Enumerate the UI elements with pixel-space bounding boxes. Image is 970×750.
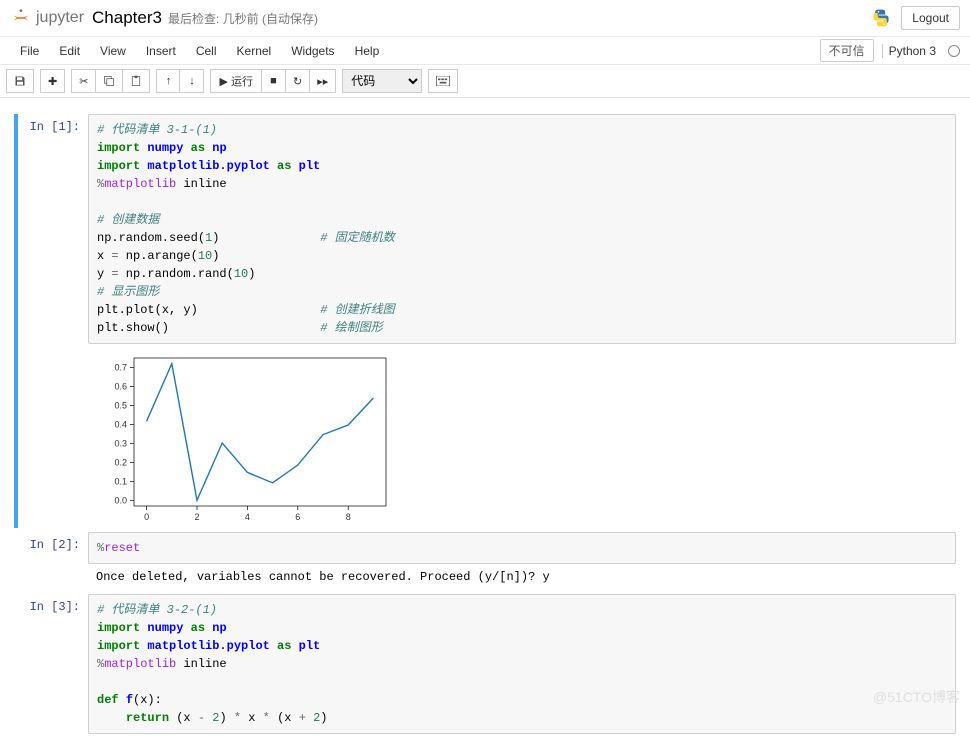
svg-text:0.6: 0.6 — [114, 381, 127, 391]
menu-insert[interactable]: Insert — [136, 39, 186, 63]
kernel-idle-icon — [948, 45, 960, 57]
menu-file[interactable]: File — [10, 39, 49, 63]
move-down-button[interactable]: ↓ — [180, 69, 204, 93]
restart-run-button[interactable]: ▸▸ — [310, 69, 336, 93]
notebook-name[interactable]: Chapter3 — [92, 8, 162, 28]
run-button[interactable]: ▶ 运行 — [210, 69, 262, 93]
cell-type-select[interactable]: 代码 — [342, 69, 422, 93]
menubar: File Edit View Insert Cell Kernel Widget… — [0, 37, 970, 65]
code-input[interactable]: %reset — [88, 532, 956, 564]
code-cell[interactable]: In [1]: # 代码清单 3-1-(1) import numpy as n… — [14, 114, 956, 528]
logout-button[interactable]: Logout — [901, 6, 960, 30]
watermark: @51CTO博客 — [873, 687, 960, 707]
svg-text:0.7: 0.7 — [114, 362, 127, 372]
code-cell[interactable]: In [2]: %reset Once deleted, variables c… — [14, 532, 956, 590]
notebook-header: jupyter Chapter3 最后检查: 几秒前 (自动保存) Logout — [0, 0, 970, 37]
line-chart: 0.0 0.1 0.2 0.3 0.4 0.5 0.6 0.7 0 2 4 6 8 — [96, 348, 396, 528]
save-button[interactable] — [6, 69, 34, 93]
stop-icon: ■ — [270, 75, 277, 87]
input-prompt: In [2]: — [18, 532, 88, 590]
svg-text:0.3: 0.3 — [114, 438, 127, 448]
svg-text:4: 4 — [245, 512, 250, 522]
move-up-button[interactable]: ↑ — [156, 69, 180, 93]
scissors-icon: ✂ — [79, 75, 88, 88]
python-icon — [871, 8, 891, 28]
svg-text:6: 6 — [295, 512, 300, 522]
arrow-up-icon: ↑ — [166, 75, 172, 87]
plus-icon: ✚ — [48, 75, 57, 88]
arrow-down-icon: ↓ — [189, 75, 195, 87]
code-input[interactable]: # 代码清单 3-1-(1) import numpy as np import… — [88, 114, 956, 344]
kernel-name[interactable]: Python 3 — [882, 44, 942, 58]
restart-icon: ↻ — [293, 75, 302, 88]
menu-kernel[interactable]: Kernel — [227, 39, 282, 63]
save-status: 最后检查: 几秒前 (自动保存) — [168, 10, 318, 27]
svg-text:0.2: 0.2 — [114, 457, 127, 467]
trust-indicator[interactable]: 不可信 — [820, 39, 874, 62]
code-input[interactable]: # 代码清单 3-2-(1) import numpy as np import… — [88, 594, 956, 734]
code-cell[interactable]: In [3]: # 代码清单 3-2-(1) import numpy as n… — [14, 594, 956, 734]
menu-help[interactable]: Help — [345, 39, 390, 63]
copy-button[interactable] — [96, 69, 123, 93]
svg-text:0.0: 0.0 — [114, 495, 127, 505]
run-icon: ▶ — [219, 75, 227, 88]
menu-edit[interactable]: Edit — [49, 39, 90, 63]
output-text: Once deleted, variables cannot be recove… — [88, 564, 956, 590]
jupyter-icon — [10, 7, 32, 29]
stop-button[interactable]: ■ — [262, 69, 286, 93]
menu-view[interactable]: View — [90, 39, 136, 63]
svg-text:8: 8 — [346, 512, 351, 522]
svg-text:2: 2 — [194, 512, 199, 522]
cut-button[interactable]: ✂ — [71, 69, 96, 93]
jupyter-logo[interactable]: jupyter — [10, 7, 84, 29]
svg-text:0: 0 — [144, 512, 149, 522]
menu-widgets[interactable]: Widgets — [281, 39, 344, 63]
restart-button[interactable]: ↻ — [286, 69, 310, 93]
toolbar: ✚ ✂ ↑ ↓ ▶ 运行 ■ ↻ ▸▸ 代码 — [0, 65, 970, 98]
svg-text:0.1: 0.1 — [114, 476, 127, 486]
input-prompt: In [3]: — [18, 594, 88, 734]
brand-text: jupyter — [36, 9, 84, 27]
output-chart: 0.0 0.1 0.2 0.3 0.4 0.5 0.6 0.7 0 2 4 6 8 — [96, 348, 956, 528]
menu-cell[interactable]: Cell — [186, 39, 227, 63]
notebook-container: In [1]: # 代码清单 3-1-(1) import numpy as n… — [0, 98, 970, 750]
command-palette-button[interactable] — [428, 69, 458, 93]
add-cell-button[interactable]: ✚ — [40, 69, 65, 93]
svg-text:0.5: 0.5 — [114, 400, 127, 410]
fast-forward-icon: ▸▸ — [317, 75, 328, 88]
paste-button[interactable] — [123, 69, 150, 93]
input-prompt: In [1]: — [18, 114, 88, 528]
svg-text:0.4: 0.4 — [114, 419, 127, 429]
